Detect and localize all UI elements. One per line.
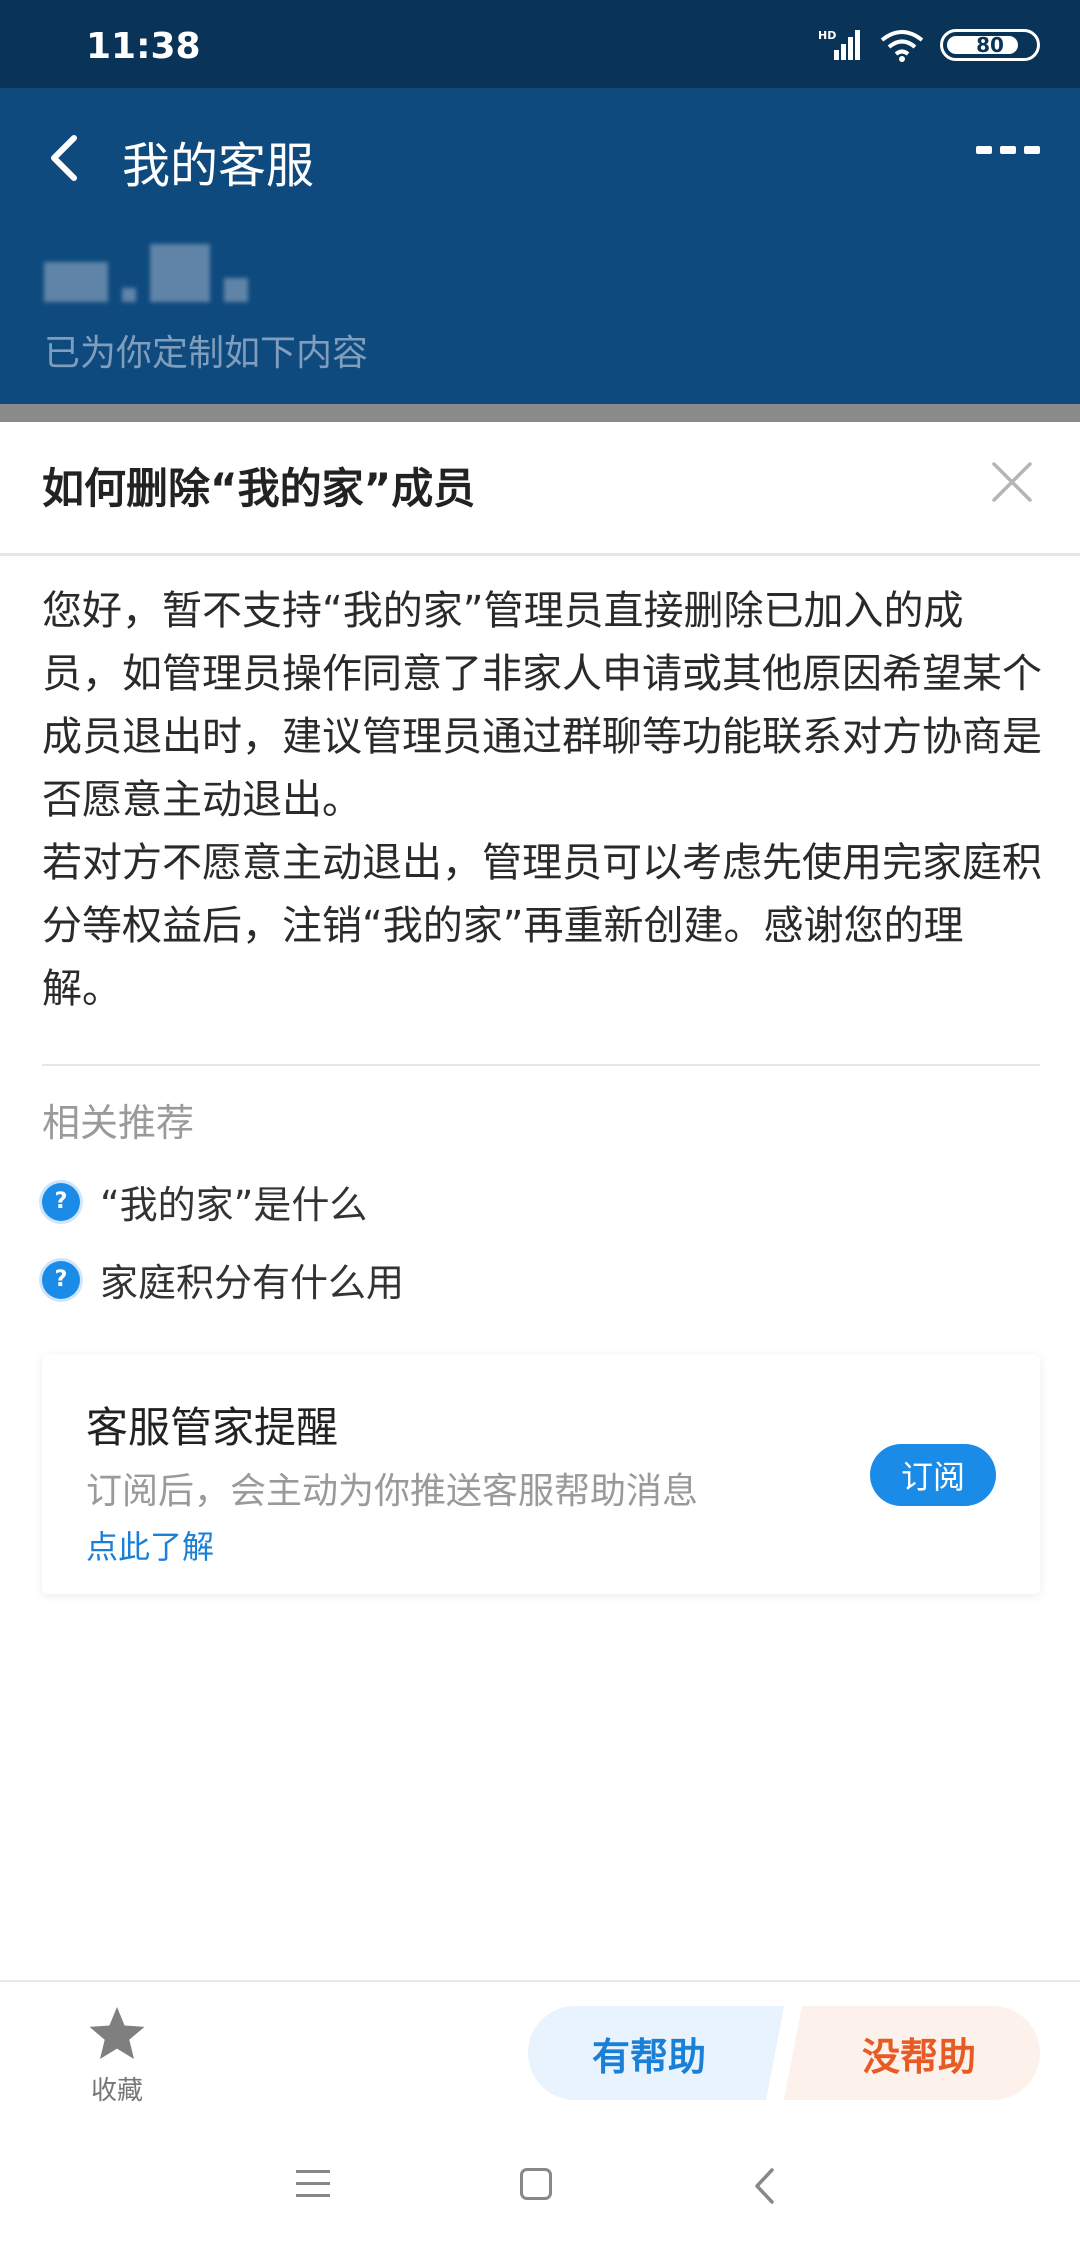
close-icon[interactable] xyxy=(990,460,1034,504)
feedback-bar: 收藏 有帮助 没帮助 xyxy=(0,1980,1080,2122)
reminder-card: 客服管家提醒 订阅后，会主动为你推送客服帮助消息 点此了解 订阅 xyxy=(42,1354,1040,1594)
page-title: 我的客服 xyxy=(122,138,315,194)
learn-more-link[interactable]: 点此了解 xyxy=(86,1522,214,1568)
status-bar: 11:38 HD 80 xyxy=(0,0,1080,88)
battery-level: 80 xyxy=(976,33,1004,57)
home-icon[interactable] xyxy=(520,2168,552,2200)
related-item[interactable]: ? 家庭积分有什么用 xyxy=(42,1252,404,1307)
answer-text: 您好，暂不支持“我的家”管理员直接删除已加入的成员，如管理员操作同意了非家人申请… xyxy=(42,580,1042,1021)
network-type-label: HD xyxy=(818,29,836,42)
related-item[interactable]: ? “我的家”是什么 xyxy=(42,1174,367,1229)
related-item-label: 家庭积分有什么用 xyxy=(100,1261,405,1305)
header: 我的客服 已为你定制如下内容 xyxy=(0,88,1080,404)
title-divider xyxy=(0,553,1080,556)
subscribe-button[interactable]: 订阅 xyxy=(870,1444,996,1506)
helpful-button[interactable]: 有帮助 xyxy=(528,2006,784,2100)
signal-icon: HD xyxy=(818,29,860,60)
status-icons: HD 80 xyxy=(818,28,1040,62)
answer-paragraph: 若对方不愿意主动退出，管理员可以考虑先使用完家庭积分等权益后，注销“我的家”再重… xyxy=(42,840,1042,1012)
user-name-blurred xyxy=(44,244,248,302)
more-options-icon[interactable] xyxy=(976,146,1040,154)
question-title: 如何删除“我的家”成员 xyxy=(42,464,476,513)
reminder-title: 客服管家提醒 xyxy=(86,1403,339,1452)
reminder-description: 订阅后，会主动为你推送客服帮助消息 xyxy=(86,1471,699,1512)
unhelpful-button[interactable]: 没帮助 xyxy=(784,2006,1040,2100)
header-divider xyxy=(0,404,1080,422)
answer-paragraph: 您好，暂不支持“我的家”管理员直接删除已加入的成员，如管理员操作同意了非家人申请… xyxy=(42,588,1042,823)
star-icon xyxy=(89,2007,145,2059)
system-nav-bar xyxy=(0,2120,1080,2248)
recent-apps-icon[interactable] xyxy=(296,2170,330,2206)
back-arrow-icon[interactable] xyxy=(40,128,90,188)
section-divider xyxy=(42,1064,1040,1066)
system-back-icon[interactable] xyxy=(752,2166,776,2206)
battery-icon: 80 xyxy=(940,29,1040,61)
status-time: 11:38 xyxy=(86,26,201,67)
related-section-title: 相关推荐 xyxy=(42,1101,195,1145)
header-subtitle: 已为你定制如下内容 xyxy=(44,333,369,374)
wifi-icon xyxy=(880,30,924,62)
favorite-label: 收藏 xyxy=(90,2076,143,2106)
related-item-label: “我的家”是什么 xyxy=(100,1183,368,1227)
question-icon: ? xyxy=(42,1260,80,1299)
question-icon: ? xyxy=(42,1182,80,1221)
favorite-button[interactable]: 收藏 xyxy=(86,2004,148,2107)
